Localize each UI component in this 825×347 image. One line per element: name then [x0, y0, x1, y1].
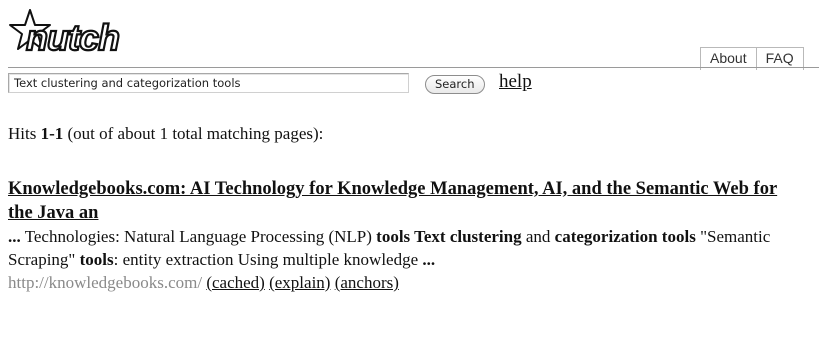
header-divider	[8, 67, 819, 68]
hits-range: 1-1	[40, 124, 64, 143]
nutch-logo[interactable]: nutch	[6, 6, 162, 66]
search-result: Knowledgebooks.com: AI Technology for Kn…	[8, 177, 808, 294]
hits-summary: Hits 1-1 (out of about 1 total matching …	[8, 124, 323, 144]
snippet-part: tools	[79, 250, 114, 269]
hits-prefix: Hits	[8, 124, 41, 143]
snippet-part: Technologies: Natural Language Processin…	[20, 227, 377, 246]
explain-link[interactable]: (explain)	[269, 273, 330, 292]
snippet-part: : entity extraction Using multiple knowl…	[113, 250, 423, 269]
result-meta: http://knowledgebooks.com/ (cached) (exp…	[8, 271, 808, 294]
snippet-part: tools Text clustering	[376, 227, 522, 246]
star-logo-icon: nutch	[9, 9, 121, 59]
hits-suffix: (out of about 1 total matching pages):	[63, 124, 324, 143]
snippet-part: ...	[8, 227, 21, 246]
result-title-link[interactable]: Knowledgebooks.com: AI Technology for Kn…	[8, 177, 803, 225]
cached-link[interactable]: (cached)	[206, 273, 265, 292]
snippet-part: ...	[422, 250, 436, 269]
snippet-part: and	[521, 227, 555, 246]
result-snippet: ... Technologies: Natural Language Proce…	[8, 225, 798, 271]
help-link[interactable]: help	[499, 71, 532, 93]
logo-wordmark: nutch	[26, 17, 119, 58]
result-url: http://knowledgebooks.com/	[8, 273, 203, 292]
search-button[interactable]: Search	[425, 75, 485, 94]
search-input[interactable]	[8, 73, 409, 93]
snippet-part: categorization tools	[554, 227, 696, 246]
anchors-link[interactable]: (anchors)	[335, 273, 399, 292]
